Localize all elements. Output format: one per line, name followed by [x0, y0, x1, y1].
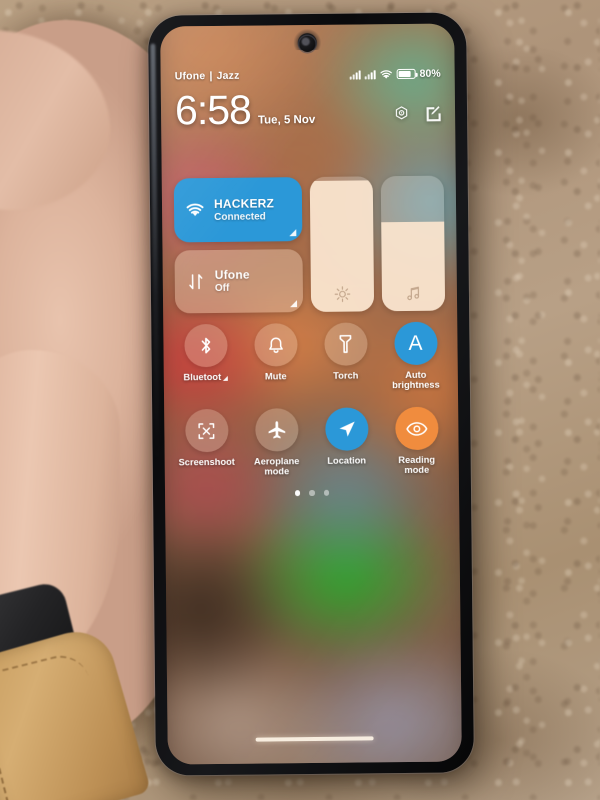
big-tiles-column: HACKERZ Connected Ufone Off [173, 177, 304, 314]
mobile-data-status-label: Off [214, 283, 230, 295]
photo-scene: Ufone | Jazz 80% 6:58 Tue, 5 Nov HACKERZ… [0, 0, 600, 800]
status-icons: 80% [349, 67, 441, 81]
aeroplane-icon [268, 421, 285, 439]
aeroplane-circle [254, 408, 299, 452]
mobile-data-tile[interactable]: Ufone Off [174, 248, 304, 314]
toggle-row-2: Screenshoot Aeroplane mode Location Read… [174, 406, 449, 479]
page-indicator-dots[interactable] [165, 488, 459, 497]
header-actions [393, 105, 441, 130]
home-gesture-indicator[interactable] [255, 736, 374, 742]
mute-circle [253, 323, 298, 367]
flashlight-icon [339, 334, 352, 353]
reading-mode-circle [394, 406, 439, 451]
wifi-status-label: Connected [214, 211, 266, 223]
toggle-row-1: Bluetoot Mute Torch A Auto brightness [173, 321, 448, 394]
page-dot-2[interactable] [309, 489, 315, 496]
battery-percent-label: 80% [419, 67, 441, 80]
bluetooth-circle [183, 323, 228, 368]
wifi-icon [380, 69, 392, 79]
aeroplane-mode-toggle[interactable]: Aeroplane mode [244, 408, 309, 477]
bluetooth-toggle[interactable]: Bluetoot [173, 323, 238, 393]
torch-circle [323, 322, 368, 366]
front-camera-icon [299, 35, 316, 53]
mobile-data-tile-text: Ufone Off [215, 268, 250, 294]
bezel-highlight [150, 43, 160, 464]
screenshot-label: Screenshoot [178, 456, 235, 468]
page-dot-3[interactable] [323, 489, 330, 496]
wifi-tile[interactable]: HACKERZ Connected [173, 177, 303, 242]
carrier-sim2: Jazz [216, 69, 240, 82]
status-bar: Ufone | Jazz 80% [161, 67, 455, 83]
brightness-slider[interactable] [309, 176, 375, 312]
volume-slider[interactable] [380, 175, 446, 312]
signal-bars-sim2-icon [364, 69, 376, 80]
reading-mode-label: Reading mode [398, 454, 436, 476]
sliders-column [309, 175, 446, 312]
edit-tiles-icon[interactable] [424, 105, 441, 122]
mute-label: Mute [264, 371, 287, 382]
screenshot-toggle[interactable]: Screenshoot [174, 408, 239, 478]
mobile-data-carrier-label: Ufone [214, 267, 250, 283]
carrier-separator: | [209, 70, 213, 83]
data-arrows-icon [185, 272, 207, 291]
clock-header: 6:58 Tue, 5 Nov [174, 86, 441, 134]
screenshot-icon [198, 422, 215, 439]
tiles-area: HACKERZ Connected Ufone Off [173, 175, 446, 314]
screenshot-circle [184, 408, 229, 453]
eye-icon [405, 421, 427, 436]
bluetooth-label: Bluetoot [183, 372, 229, 383]
bluetooth-icon [201, 337, 210, 354]
wifi-tile-text: HACKERZ Connected [214, 196, 274, 223]
mute-toggle[interactable]: Mute [243, 323, 308, 392]
wifi-icon [184, 202, 206, 218]
sun-icon [311, 285, 374, 303]
clock-block: 6:58 Tue, 5 Nov [174, 86, 316, 134]
wifi-ssid-label: HACKERZ [213, 196, 275, 211]
bell-icon [268, 336, 283, 353]
phone-screen: Ufone | Jazz 80% 6:58 Tue, 5 Nov HACKERZ… [160, 23, 462, 765]
quick-settings-panel: Ufone | Jazz 80% 6:58 Tue, 5 Nov HACKERZ… [160, 23, 462, 764]
carrier-label: Ufone | Jazz [175, 70, 240, 83]
bluetooth-expand-arrow-icon[interactable] [223, 375, 229, 381]
auto-brightness-label: Auto brightness [392, 369, 440, 391]
reading-mode-toggle[interactable]: Reading mode [384, 406, 449, 476]
fingers [0, 30, 110, 210]
clock-time: 6:58 [174, 86, 252, 134]
torch-toggle[interactable]: Torch [313, 322, 378, 391]
battery-icon [396, 68, 416, 80]
clock-date: Tue, 5 Nov [257, 113, 316, 127]
auto-brightness-circle: A [393, 321, 438, 366]
location-arrow-icon [339, 421, 355, 437]
location-toggle[interactable]: Location [314, 407, 379, 476]
wifi-expand-arrow-icon[interactable] [289, 228, 297, 236]
music-note-icon [382, 285, 445, 303]
aeroplane-mode-label: Aeroplane mode [253, 456, 300, 477]
location-circle [324, 407, 369, 451]
mobile-data-expand-arrow-icon[interactable] [290, 300, 298, 308]
auto-brightness-icon: A [408, 331, 423, 355]
smartphone-device: Ufone | Jazz 80% 6:58 Tue, 5 Nov HACKERZ… [148, 12, 474, 776]
page-dot-1[interactable] [294, 490, 301, 496]
carrier-sim1: Ufone [174, 70, 206, 83]
location-label: Location [327, 455, 367, 466]
signal-bars-sim1-icon [349, 69, 361, 80]
watch-strap-stitching [0, 649, 116, 800]
torch-label: Torch [333, 370, 359, 381]
auto-brightness-toggle[interactable]: A Auto brightness [383, 321, 448, 391]
settings-gear-icon[interactable] [393, 105, 410, 122]
